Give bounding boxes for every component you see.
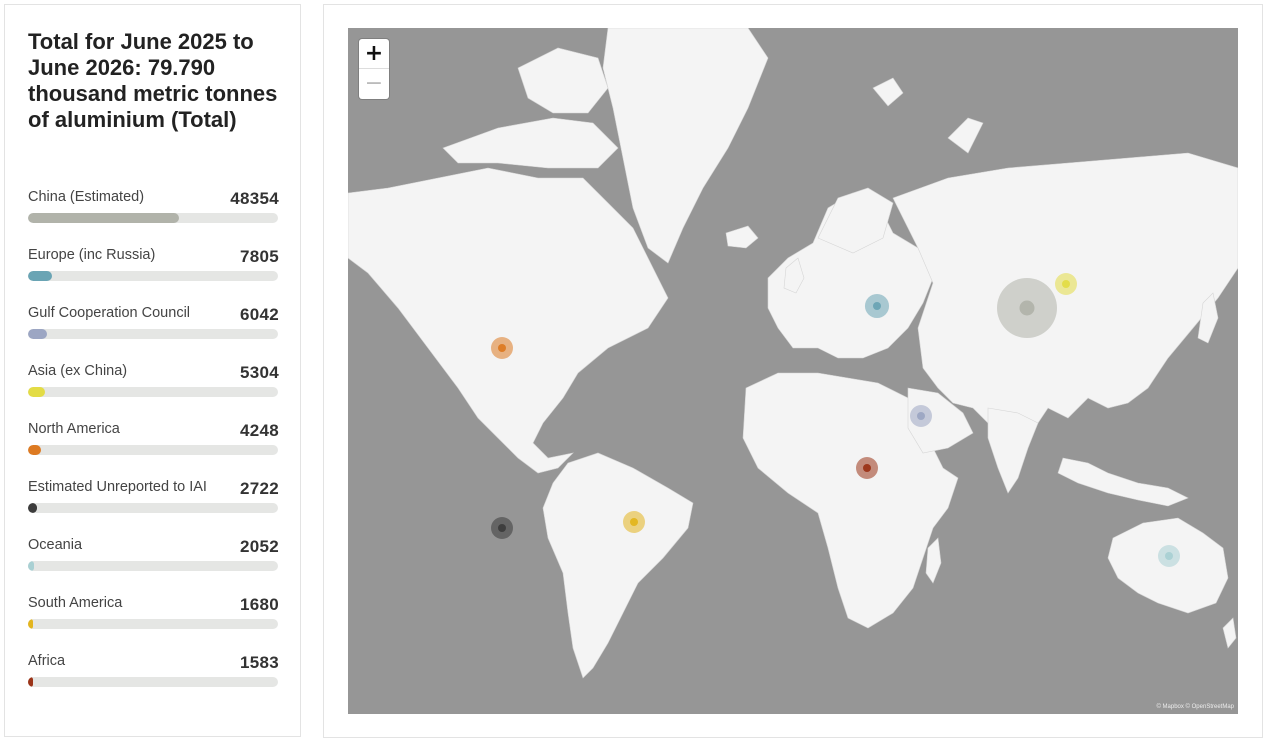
- map-frame: + − © Mapbox © OpenStreetMap: [323, 4, 1263, 738]
- region-bar-fill: [28, 445, 42, 455]
- region-bubble[interactable]: [1019, 300, 1035, 316]
- region-row[interactable]: Estimated Unreported to IAI 2722: [28, 479, 279, 519]
- region-value: 4248: [239, 421, 279, 440]
- region-row[interactable]: South America 1680: [28, 595, 279, 635]
- region-bar-track: [28, 503, 278, 513]
- land-indonesia: [1057, 457, 1189, 507]
- zoom-control: + −: [359, 39, 389, 99]
- land-arctic-islands: [442, 117, 619, 169]
- land-new-zealand: [1222, 617, 1237, 649]
- region-bubble[interactable]: [873, 302, 881, 310]
- region-label: Europe (inc Russia): [28, 247, 156, 263]
- region-value: 5304: [239, 363, 279, 382]
- region-bar-fill: [28, 271, 53, 281]
- region-value: 1583: [239, 653, 279, 672]
- land-baffin: [517, 47, 609, 114]
- region-bubble[interactable]: [1165, 552, 1173, 560]
- region-value: 7805: [239, 247, 279, 266]
- summary-panel: Total for June 2025 to June 2026: 79.790…: [4, 4, 301, 737]
- region-label: North America: [28, 421, 120, 437]
- land-iceland: [725, 225, 759, 249]
- region-bar-track: [28, 271, 278, 281]
- land-madagascar: [925, 537, 942, 584]
- land-svalbard: [872, 77, 904, 107]
- region-row[interactable]: Oceania 2052: [28, 537, 279, 577]
- region-label: Oceania: [28, 537, 83, 553]
- region-row[interactable]: Europe (inc Russia) 7805: [28, 247, 279, 287]
- region-bar-fill: [28, 387, 45, 397]
- zoom-in-button[interactable]: +: [359, 39, 389, 69]
- land-north-america: [348, 167, 669, 474]
- region-value: 2052: [239, 537, 279, 556]
- region-bar-track: [28, 329, 278, 339]
- region-bar-track: [28, 677, 278, 687]
- region-value: 2722: [239, 479, 279, 498]
- region-bar-fill: [28, 503, 37, 513]
- region-bubble[interactable]: [863, 464, 871, 472]
- region-bar-track: [28, 213, 278, 223]
- region-label: Gulf Cooperation Council: [28, 305, 191, 321]
- region-bubble[interactable]: [498, 344, 506, 352]
- zoom-out-button[interactable]: −: [359, 69, 389, 99]
- land-masses: [348, 28, 1238, 679]
- region-bubble[interactable]: [498, 524, 506, 532]
- region-row[interactable]: Gulf Cooperation Council 6042: [28, 305, 279, 345]
- land-novaya-zemlya: [947, 117, 984, 154]
- region-row[interactable]: Africa 1583: [28, 653, 279, 693]
- region-bar-track: [28, 619, 278, 629]
- region-label: South America: [28, 595, 123, 611]
- world-map[interactable]: + − © Mapbox © OpenStreetMap: [348, 28, 1238, 714]
- region-value: 1680: [239, 595, 279, 614]
- region-bar-fill: [28, 329, 47, 339]
- region-label: China (Estimated): [28, 189, 145, 205]
- region-label: Asia (ex China): [28, 363, 128, 379]
- region-bar-fill: [28, 213, 180, 223]
- region-label: Estimated Unreported to IAI: [28, 479, 207, 495]
- land-india: [987, 407, 1039, 494]
- region-bar-fill: [28, 619, 34, 629]
- region-bubble[interactable]: [1062, 280, 1070, 288]
- region-row[interactable]: China (Estimated) 48354: [28, 189, 279, 229]
- region-bar-fill: [28, 677, 33, 687]
- region-bar-fill: [28, 561, 35, 571]
- land-south-america: [542, 452, 694, 679]
- region-row[interactable]: North America 4248: [28, 421, 279, 461]
- region-value: 6042: [239, 305, 279, 324]
- region-row[interactable]: Asia (ex China) 5304: [28, 363, 279, 403]
- region-value: 48354: [230, 189, 279, 208]
- region-bubble[interactable]: [630, 518, 638, 526]
- map-attribution[interactable]: © Mapbox © OpenStreetMap: [1156, 704, 1234, 710]
- region-bar-track: [28, 561, 278, 571]
- map-canvas: [348, 28, 1238, 679]
- region-label: Africa: [28, 653, 66, 669]
- region-bar-track: [28, 445, 278, 455]
- summary-title: Total for June 2025 to June 2026: 79.790…: [28, 29, 278, 132]
- region-bar-track: [28, 387, 278, 397]
- region-bubble[interactable]: [917, 412, 925, 420]
